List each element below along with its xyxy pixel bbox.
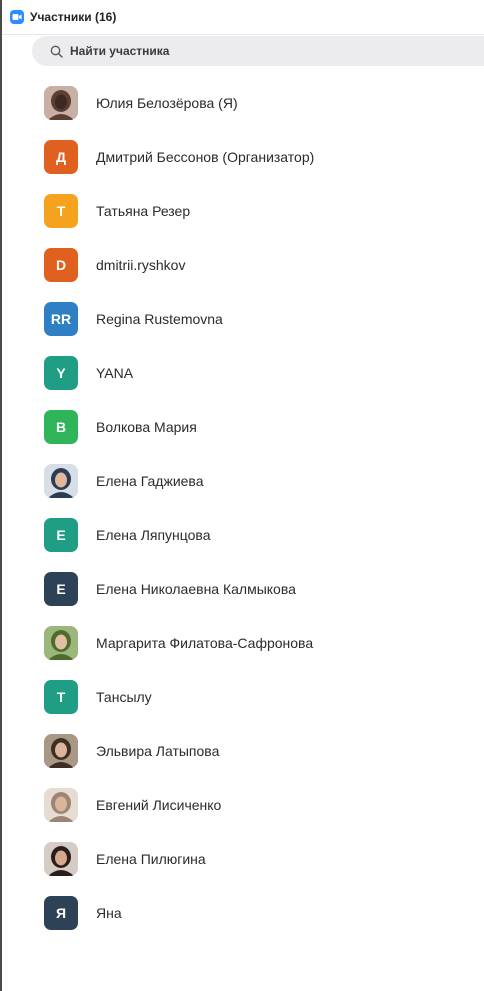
avatar-initials: Y xyxy=(56,365,66,381)
participant-row[interactable]: Елена Пилюгина xyxy=(2,832,484,886)
participant-avatar xyxy=(44,86,78,120)
participant-row[interactable]: Y YANA xyxy=(2,346,484,400)
avatar-initials: E xyxy=(56,527,66,543)
participant-avatar: E xyxy=(44,572,78,606)
search-placeholder: Найти участника xyxy=(70,44,170,58)
participant-avatar: D xyxy=(44,248,78,282)
participant-row[interactable]: Я Яна xyxy=(2,886,484,940)
participant-avatar: Д xyxy=(44,140,78,174)
participant-list: Юлия Белозёрова (Я) Д Дмитрий Бессонов (Ор… xyxy=(2,76,484,940)
participant-avatar: E xyxy=(44,518,78,552)
participant-row[interactable]: RR Regina Rustemovna xyxy=(2,292,484,346)
participant-avatar: T xyxy=(44,680,78,714)
avatar-initials: Я xyxy=(55,905,67,921)
participant-row[interactable]: B Волкова Мария xyxy=(2,400,484,454)
avatar-initials: RR xyxy=(50,311,72,327)
participant-name: Эльвира Латыпова xyxy=(96,743,220,759)
participant-row[interactable]: Д Дмитрий Бессонов (Организатор) xyxy=(2,130,484,184)
search-icon xyxy=(48,43,64,59)
avatar-initials: B xyxy=(55,419,67,435)
participant-name: Яна xyxy=(96,905,122,921)
avatar-initials: E xyxy=(56,581,66,597)
participant-name: Тансылу xyxy=(96,689,152,705)
participant-name: Елена Гаджиева xyxy=(96,473,204,489)
participant-name: Маргарита Филатова-Сафронова xyxy=(96,635,314,651)
search-participant-input[interactable]: Найти участника xyxy=(32,36,484,66)
participant-name: Юлия Белозёрова (Я) xyxy=(96,95,238,111)
participant-avatar: B xyxy=(44,410,78,444)
participant-avatar: Y xyxy=(44,356,78,390)
panel-header: Участники (16) xyxy=(2,0,484,35)
participant-name: Татьяна Резер xyxy=(96,203,191,219)
participant-name: Евгений Лисиченко xyxy=(96,797,222,813)
participant-row[interactable]: Юлия Белозёрова (Я) xyxy=(2,76,484,130)
participant-avatar xyxy=(44,788,78,822)
participant-avatar: RR xyxy=(44,302,78,336)
participant-name: Елена Ляпунцова xyxy=(96,527,211,543)
panel-title: Участники (16) xyxy=(30,10,117,24)
participant-name: Елена Николаевна Калмыкова xyxy=(96,581,296,597)
participant-row[interactable]: Маргарита Филатова-Сафронова xyxy=(2,616,484,670)
participant-name: Волкова Мария xyxy=(96,419,197,435)
avatar-initials: D xyxy=(55,257,67,273)
participant-row[interactable]: Эльвира Латыпова xyxy=(2,724,484,778)
participant-avatar xyxy=(44,464,78,498)
participant-avatar xyxy=(44,842,78,876)
avatar-initials: T xyxy=(56,689,66,705)
zoom-app-icon xyxy=(10,10,24,24)
participant-name: Дмитрий Бессонов (Организатор) xyxy=(96,149,315,165)
participant-avatar: T xyxy=(44,194,78,228)
participant-name: YANA xyxy=(96,365,134,381)
participant-avatar: Я xyxy=(44,896,78,930)
avatar-initials: Д xyxy=(56,149,66,165)
participant-row[interactable]: Евгений Лисиченко xyxy=(2,778,484,832)
participant-name: Елена Пилюгина xyxy=(96,851,206,867)
participant-row[interactable]: Елена Гаджиева xyxy=(2,454,484,508)
avatar-initials: T xyxy=(56,203,66,219)
participant-row[interactable]: E Елена Ляпунцова xyxy=(2,508,484,562)
participant-row[interactable]: Ddmitrii.ryshkov xyxy=(2,238,484,292)
participant-row[interactable]: T Татьяна Резер xyxy=(2,184,484,238)
participants-panel: Участники (16) Найти участника Юлия Бело… xyxy=(0,0,484,991)
participant-avatar xyxy=(44,626,78,660)
participant-avatar xyxy=(44,734,78,768)
participant-row[interactable]: E Елена Николаевна Калмыкова xyxy=(2,562,484,616)
participant-name: Regina Rustemovna xyxy=(96,311,223,327)
participant-row[interactable]: T Тансылу xyxy=(2,670,484,724)
participant-name: dmitrii.ryshkov xyxy=(96,257,186,273)
